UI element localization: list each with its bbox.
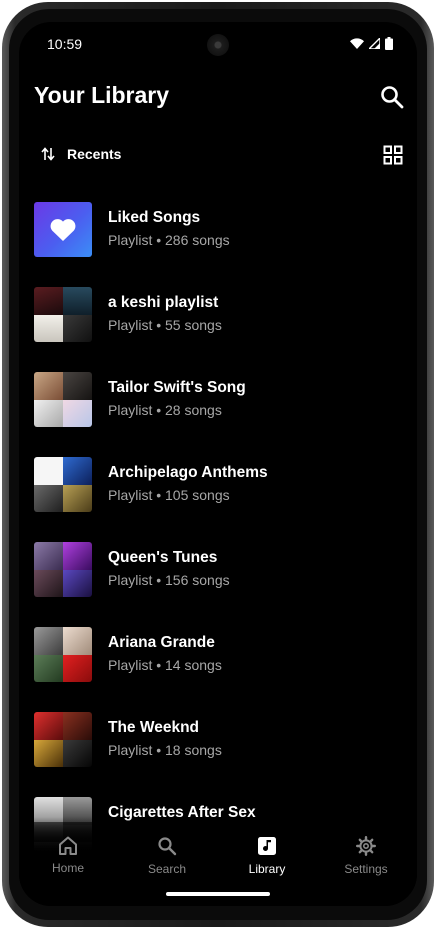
list-item[interactable]: Archipelago Anthems Playlist • 105 songs xyxy=(34,455,404,515)
grid-view-icon[interactable] xyxy=(383,145,403,165)
cover-tile xyxy=(34,569,63,597)
nav-home[interactable]: Home xyxy=(28,836,108,875)
playlist-meta: Playlist • 286 songs xyxy=(108,232,230,248)
playlist-cover xyxy=(34,712,92,767)
playlist-cover xyxy=(34,287,92,342)
nav-settings[interactable]: Settings xyxy=(326,836,406,876)
search-icon[interactable] xyxy=(379,84,405,110)
phone-frame: 10:59 Your Library Recents Liked Songs P… xyxy=(2,2,434,927)
playlist-meta: Playlist • 18 songs xyxy=(108,742,222,758)
playlist-cover xyxy=(34,627,92,682)
nav-library[interactable]: Library xyxy=(227,836,307,876)
playlist-name: a keshi playlist xyxy=(108,294,219,311)
cover-tile xyxy=(34,372,63,400)
cover-tile xyxy=(34,712,63,740)
playlist-name: Queen's Tunes xyxy=(108,549,218,566)
list-item[interactable]: Queen's Tunes Playlist • 156 songs xyxy=(34,540,404,600)
cover-tile xyxy=(63,542,92,570)
list-item[interactable]: Ariana Grande Playlist • 14 songs xyxy=(34,625,404,685)
cover-tile xyxy=(63,372,92,400)
list-item[interactable]: Tailor Swift's Song Playlist • 28 songs xyxy=(34,370,404,430)
playlist-name: Ariana Grande xyxy=(108,634,215,651)
cover-tile xyxy=(63,457,92,485)
cover-tile xyxy=(63,314,92,342)
cellular-signal-icon xyxy=(369,38,380,49)
cover-tile xyxy=(34,457,63,485)
cover-tile xyxy=(63,569,92,597)
cover-tile xyxy=(63,484,92,512)
home-icon xyxy=(59,836,77,855)
nav-settings-label: Settings xyxy=(344,862,388,876)
search-icon xyxy=(158,837,177,856)
cover-tile xyxy=(34,287,63,315)
cover-tile xyxy=(34,314,63,342)
playlist-cover xyxy=(34,457,92,512)
nav-search-label: Search xyxy=(147,862,187,876)
liked-songs-cover xyxy=(34,202,92,257)
gesture-bar[interactable] xyxy=(166,892,270,896)
cover-tile xyxy=(34,399,63,427)
playlist-name: Archipelago Anthems xyxy=(108,464,268,481)
list-item[interactable]: a keshi playlist Playlist • 55 songs xyxy=(34,285,404,345)
playlist-meta: Playlist • 55 songs xyxy=(108,317,222,333)
playlist-cover xyxy=(34,542,92,597)
library-icon xyxy=(258,837,276,855)
playlist-meta: Playlist • 156 songs xyxy=(108,572,230,588)
cover-tile xyxy=(63,739,92,767)
cover-tile xyxy=(34,484,63,512)
cover-tile xyxy=(63,654,92,682)
playlist-name: The Weeknd xyxy=(108,719,200,736)
playlist-meta: Playlist • 105 songs xyxy=(108,487,230,503)
cover-tile xyxy=(63,287,92,315)
cover-tile xyxy=(34,542,63,570)
status-time: 10:59 xyxy=(47,36,83,52)
cover-tile xyxy=(63,627,92,655)
sort-arrows-icon xyxy=(41,147,55,161)
cover-tile xyxy=(34,627,63,655)
nav-library-label: Library xyxy=(248,862,286,876)
playlist-cover xyxy=(34,372,92,427)
battery-icon xyxy=(385,37,393,50)
cover-tile xyxy=(63,399,92,427)
front-camera xyxy=(207,34,229,56)
nav-home-label: Home xyxy=(51,861,84,875)
status-icons xyxy=(350,37,393,50)
cover-tile xyxy=(63,712,92,740)
wifi-icon xyxy=(350,38,364,49)
playlist-name: Tailor Swift's Song xyxy=(108,379,246,396)
cover-tile xyxy=(34,654,63,682)
playlist-meta: Playlist • 28 songs xyxy=(108,402,222,418)
playlist-meta: Playlist • 14 songs xyxy=(108,657,222,673)
page-title: Your Library xyxy=(34,82,170,108)
gear-icon xyxy=(356,836,376,856)
bottom-nav: Home Search Library Settings xyxy=(19,822,417,906)
sort-label: Recents xyxy=(67,146,122,162)
app-screen: 10:59 Your Library Recents Liked Songs P… xyxy=(19,22,417,906)
nav-search[interactable]: Search xyxy=(127,836,207,876)
status-bar: 10:59 xyxy=(19,22,417,66)
cover-tile xyxy=(34,739,63,767)
list-item[interactable]: The Weeknd Playlist • 18 songs xyxy=(34,710,404,770)
heart-icon xyxy=(50,219,76,241)
sort-button[interactable]: Recents xyxy=(41,146,121,162)
playlist-name: Liked Songs xyxy=(108,209,201,226)
list-item[interactable]: Liked Songs Playlist • 286 songs xyxy=(34,200,404,260)
